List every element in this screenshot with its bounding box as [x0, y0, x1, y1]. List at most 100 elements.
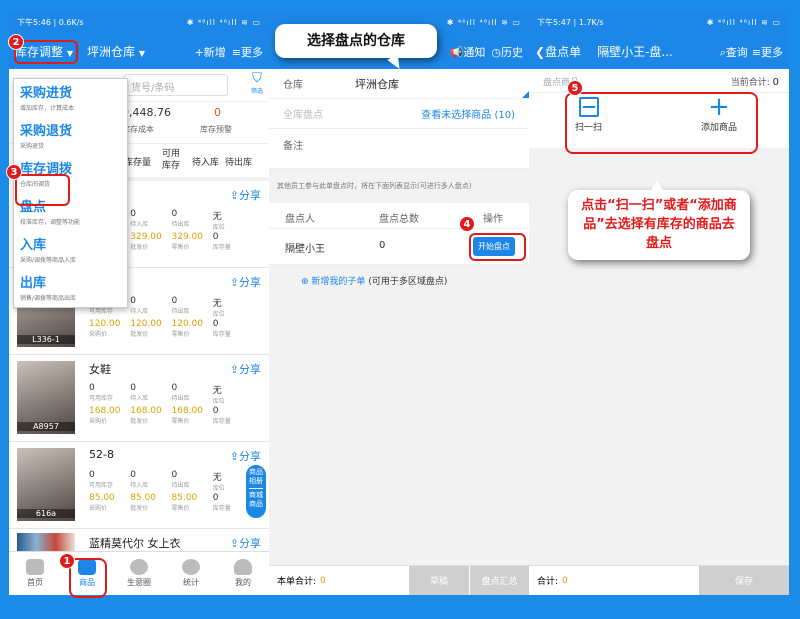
product-name: 蓝精莫代尔 女上衣: [89, 537, 181, 550]
highlight-start-button: [469, 233, 526, 261]
tab-home[interactable]: 首页: [9, 552, 61, 595]
price-label: 零售价: [171, 505, 190, 512]
view-unselected-link[interactable]: 查看未选择商品 (10): [421, 106, 515, 121]
share-icon: ⇪: [229, 450, 239, 463]
warehouse-selector[interactable]: 坪洲仓库 ▼: [87, 43, 145, 60]
price-value: 0: [212, 232, 219, 242]
menu-item[interactable]: 入库 采购/调拨等商品入库: [14, 231, 127, 269]
share-button[interactable]: ⇪分享: [230, 535, 261, 551]
caret-down-icon: ▼: [138, 49, 145, 58]
price-value: 120.00: [130, 319, 162, 329]
col-incoming: 待入库: [192, 158, 220, 168]
bottom-bar: 本单合计: 0 草稿 盘点汇总: [269, 565, 529, 595]
stat-label: 待出库: [171, 308, 190, 315]
person-name: 隔壁小王: [285, 244, 325, 255]
back-button[interactable]: ❮盘点单: [535, 43, 581, 60]
save-button[interactable]: 保存: [699, 565, 789, 595]
bottom-tab-bar: 首页 商品 生意圈 统计 我的: [9, 551, 269, 595]
tab-business-circle[interactable]: 生意圈: [113, 552, 165, 595]
product-stats: 0 可用库存 0 待入库 0 待出库 无库位 168.00 采购价 168.00 批发价 168.00…: [89, 383, 254, 425]
circle-icon: [130, 559, 148, 575]
price-label: 零售价: [171, 244, 190, 251]
highlight-action-row: [565, 92, 758, 154]
product-thumbnail: A8957: [17, 361, 75, 434]
add-sub-order-link[interactable]: ⊕ 新增我的子单 (可用于多区域盘点): [269, 265, 529, 295]
person-icon: [234, 559, 252, 575]
product-code: L336-1: [17, 335, 75, 344]
menu-item-title: 出库: [20, 276, 47, 291]
table-header: 盘点人 盘点总数 操作: [269, 203, 529, 229]
stat-value: 0: [89, 470, 95, 480]
corner-triangle-icon: [522, 91, 529, 98]
stat-value: 0: [130, 296, 136, 306]
price-value: 85.00: [89, 493, 115, 503]
menu-item[interactable]: 出库 销售/调拨等商品出库: [14, 269, 127, 307]
share-button[interactable]: ⇪分享: [230, 361, 261, 377]
col-count: 盘点总数: [379, 214, 419, 225]
stocktake-summary-button[interactable]: 盘点汇总: [469, 565, 529, 595]
share-button[interactable]: ⇪分享: [230, 187, 261, 203]
stat-label: 可用库存: [89, 482, 114, 489]
price-value: 329.00: [171, 232, 204, 242]
note-label: 备注: [283, 141, 303, 152]
status-icons: ✱ ⁴⁶ıll ⁴⁶ıll ≋ ▭: [706, 18, 781, 27]
stock-alert-label: 库存预警: [200, 125, 232, 134]
stat-label: 可用库存: [89, 395, 114, 402]
stat-value: 无: [212, 299, 222, 309]
warehouse-value: 坪洲仓库: [355, 77, 399, 91]
warehouse-field[interactable]: 仓库 坪洲仓库: [269, 69, 529, 99]
col-person: 盘点人: [285, 214, 315, 225]
product-thumbnail: 616a: [17, 448, 75, 521]
share-icon: ⇪: [229, 363, 239, 376]
price-label: 零售价: [171, 331, 190, 338]
notice-button[interactable]: 📢通知: [450, 44, 486, 60]
mall-label: 商城商品: [249, 488, 263, 509]
price-value: 120.00: [89, 319, 121, 329]
price-value: 329.00: [130, 232, 162, 242]
filter-button[interactable]: ⛉ 筛选: [251, 72, 263, 96]
share-button[interactable]: ⇪分享: [230, 274, 261, 290]
total-value: 0: [562, 575, 568, 586]
more-button[interactable]: ≡更多: [232, 44, 263, 60]
warehouse-label: 仓库: [283, 80, 303, 91]
col-action: 操作: [483, 214, 503, 225]
album-label: 商品相册: [249, 468, 263, 485]
total-label: 合计:: [537, 577, 559, 587]
status-icons: ✱ ⁴⁶ıll ⁴⁶ıll ≋ ▭: [186, 18, 261, 27]
stock-alert-value: 0: [214, 106, 221, 119]
col-stock: 库存量: [124, 158, 152, 168]
tab-mine[interactable]: 我的: [217, 552, 269, 595]
stat-label: 待出库: [171, 221, 190, 228]
product-name: 女鞋: [89, 363, 111, 376]
share-button[interactable]: ⇪分享: [230, 448, 261, 464]
query-button[interactable]: ⌕查询: [720, 44, 748, 60]
menu-item-subtitle: 采购/调拨等商品入库: [20, 257, 77, 264]
col-outgoing: 待出库: [225, 158, 253, 168]
floating-album-button[interactable]: 商品相册 商城商品: [245, 464, 267, 519]
menu-item-title: 采购进货: [20, 86, 73, 101]
price-value: 85.00: [171, 493, 198, 503]
add-sub-note: (可用于多区域盘点): [368, 277, 448, 287]
tab-stats[interactable]: 统计: [165, 552, 217, 595]
chevron-left-icon: ❮: [535, 45, 546, 59]
callout-pointer: [650, 180, 664, 192]
product-row[interactable]: 616a 52-8 ⇪分享 0 可用库存 0 待入库 0 待出库无库位 85.00 采购价 85.00…: [9, 442, 269, 529]
price-value: 0: [212, 406, 219, 416]
add-button[interactable]: +新增: [195, 44, 226, 60]
status-time: 下午5:46: [17, 18, 51, 27]
more-button[interactable]: ≡更多: [752, 44, 783, 60]
product-row[interactable]: A8957 女鞋 ⇪分享 0 可用库存 0 待入库 0 待出库 无库位 168.00 采购价 168.0…: [9, 355, 269, 442]
product-code: A8957: [17, 422, 75, 431]
page-title: 隔壁小王-盘...: [597, 45, 673, 59]
draft-button[interactable]: 草稿: [409, 565, 469, 595]
note-field[interactable]: 备注: [269, 129, 529, 169]
stat-value: 0: [171, 209, 178, 219]
header: ❮盘点单 隔壁小王-盘... ⌕查询 ≡更多: [529, 34, 789, 69]
product-name: 52-8: [89, 448, 114, 461]
search-input[interactable]: 货号/条码: [124, 74, 228, 96]
price-label: 采购价: [89, 418, 108, 425]
menu-item[interactable]: 采购退货 采购退货: [14, 117, 127, 155]
stat-label: 待出库: [171, 482, 190, 489]
history-button[interactable]: ◷历史: [491, 44, 523, 60]
menu-item[interactable]: 采购进货 增加库存，计算成本: [14, 79, 127, 117]
